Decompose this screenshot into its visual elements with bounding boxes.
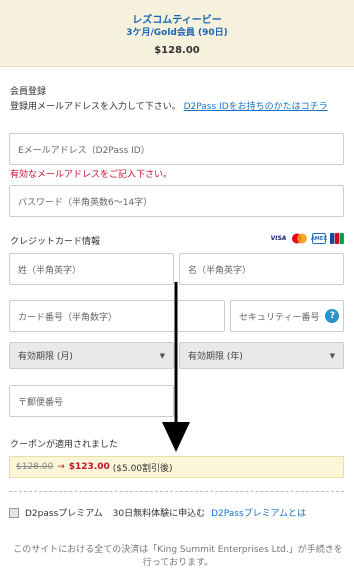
jcb-icon xyxy=(330,233,344,244)
amex-icon: AMEX xyxy=(311,233,327,244)
order-summary-header: レズコムティービー 3ケ月/Gold会員 (90日) $128.00 xyxy=(0,0,354,67)
security-code-placeholder: セキュリティー番号 xyxy=(239,312,320,323)
credit-card-title: クレジットカード情報 xyxy=(10,237,101,247)
registration-intro: 登録用メールアドレスを入力して下さい。 D2Pass IDをお持ちのかたはコチラ xyxy=(10,100,344,114)
plan-name: 3ケ月/Gold会員 (90日) xyxy=(126,28,228,38)
divider xyxy=(9,491,344,492)
visa-icon: VISA xyxy=(270,235,287,242)
intro-text: 登録用メールアドレスを入力して下さい。 xyxy=(10,102,181,112)
last-name-input[interactable]: 姓（半角英字） xyxy=(9,253,174,285)
password-input[interactable]: パスワード（半角英数6〜14字） xyxy=(9,185,344,217)
mastercard-icon xyxy=(291,233,308,244)
coupon-applied-text: クーポンが適用されました xyxy=(10,440,119,450)
pointer-arrow-icon xyxy=(162,282,190,452)
d2pass-login-link[interactable]: D2Pass IDをお持ちのかたはコチラ xyxy=(184,102,328,112)
card-number-placeholder: カード番号（半角数字） xyxy=(18,312,118,323)
email-error: 有効なメールアドレスをご記入下さい。 xyxy=(10,170,173,180)
first-name-input[interactable]: 名（半角英字） xyxy=(179,253,344,285)
original-price: $128.00 xyxy=(16,462,54,472)
security-code-input[interactable]: セキュリティー番号 ? xyxy=(230,300,344,332)
help-icon[interactable]: ? xyxy=(325,309,340,323)
postal-placeholder: 〒郵便番号 xyxy=(18,397,64,408)
password-placeholder: パスワード（半角英数6〜14字） xyxy=(18,197,153,208)
site-name: レズコムティービー xyxy=(132,15,222,26)
last-name-placeholder: 姓（半角英字） xyxy=(18,265,82,276)
registration-title: 会員登録 xyxy=(10,87,47,97)
first-name-placeholder: 名（半角英字） xyxy=(188,265,252,276)
premium-trial-text[interactable]: 30日無料体験に申込む xyxy=(113,506,205,519)
plan-price: $128.00 xyxy=(154,45,200,56)
postal-code-input[interactable]: 〒郵便番号 xyxy=(9,385,174,417)
discounted-price: $123.00 xyxy=(68,462,110,472)
coupon-price-box: $128.00 → $123.00 ($5.00割引後) xyxy=(9,456,344,478)
chevron-down-icon: ▼ xyxy=(329,351,335,360)
price-arrow: → xyxy=(57,462,65,472)
premium-checkbox[interactable] xyxy=(9,507,19,518)
discount-amount: ($5.00割引後) xyxy=(112,463,173,474)
payment-processor-notice: このサイトにおける全ての決済は「King Summit Enterprises … xyxy=(13,545,343,568)
premium-label[interactable]: D2passプレミアム xyxy=(25,506,103,519)
email-input[interactable]: Eメールアドレス（D2Pass ID） xyxy=(9,133,344,165)
expiry-year-value: 有効期限 (年) xyxy=(188,352,243,362)
email-placeholder: Eメールアドレス（D2Pass ID） xyxy=(18,145,150,156)
expiry-year-select[interactable]: 有効期限 (年) ▼ xyxy=(179,342,344,369)
premium-option: D2passプレミアム 30日無料体験に申込む D2Passプレミアムとは xyxy=(9,506,306,519)
card-logos: VISA AMEX xyxy=(270,233,344,244)
expiry-month-select[interactable]: 有効期限 (月) ▼ xyxy=(9,342,174,369)
premium-info-link[interactable]: D2Passプレミアムとは xyxy=(211,506,306,519)
expiry-month-value: 有効期限 (月) xyxy=(18,352,73,362)
